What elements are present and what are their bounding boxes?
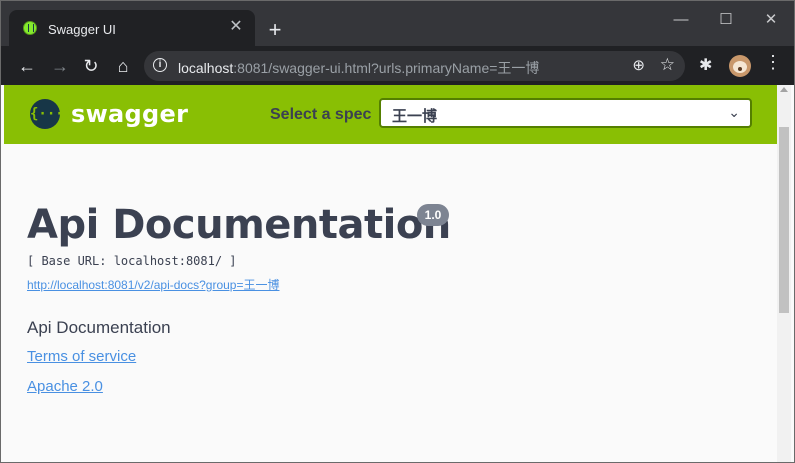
main-content — [4, 144, 777, 463]
swagger-topbar: {···} swagger Select a spec 王一博 ⌄ — [4, 85, 791, 144]
swagger-favicon-icon — [23, 21, 37, 35]
url-text[interactable]: localhost:8081/swagger-ui.html?urls.prim… — [178, 58, 539, 78]
browser-menu-icon[interactable]: ⋮ — [764, 52, 782, 73]
swagger-logo-icon[interactable]: {···} — [30, 99, 72, 129]
api-docs-link[interactable]: http://localhost:8081/v2/api-docs?group=… — [27, 276, 279, 293]
home-icon[interactable]: ⌂ — [111, 54, 135, 78]
select-spec-label: Select a spec — [270, 106, 372, 123]
url-host: localhost — [178, 60, 234, 76]
browser-toolbar: ← → ↻ ⌂ i localhost:8081/swagger-ui.html… — [0, 46, 795, 85]
page-scrollbar[interactable] — [777, 85, 791, 463]
url-path: :8081/swagger-ui.html?urls.primaryName=王… — [233, 60, 540, 76]
browser-tab-strip: Swagger UI ✕ + — ☐ ✕ — [0, 0, 795, 46]
tab-close-icon[interactable]: ✕ — [227, 18, 245, 36]
address-bar[interactable]: i localhost:8081/swagger-ui.html?urls.pr… — [144, 51, 685, 81]
zoom-icon[interactable]: ⊕ — [632, 56, 645, 74]
api-description: Api Documentation — [27, 318, 171, 337]
browser-tab[interactable]: Swagger UI ✕ — [9, 10, 255, 46]
base-url-text: [ Base URL: localhost:8081/ ] — [27, 254, 237, 268]
swagger-logo-text[interactable]: swagger — [71, 100, 188, 128]
spec-selected-value: 王一博 — [392, 108, 438, 125]
license-link[interactable]: Apache 2.0 — [27, 378, 103, 395]
chevron-down-icon: ⌄ — [728, 104, 740, 120]
version-badge: 1.0 — [417, 204, 449, 226]
extensions-puzzle-icon[interactable]: ✱ — [699, 55, 712, 75]
scroll-up-arrow-icon[interactable] — [780, 87, 788, 92]
page-title: Api Documentation — [27, 202, 451, 248]
back-arrow-icon[interactable]: ← — [15, 54, 39, 78]
forward-arrow-icon[interactable]: → — [48, 54, 72, 78]
scrollbar-thumb[interactable] — [779, 127, 789, 313]
spec-select-dropdown[interactable]: 王一博 ⌄ — [379, 98, 752, 128]
minimize-button[interactable]: — — [658, 6, 704, 34]
site-info-icon[interactable]: i — [153, 58, 167, 72]
profile-avatar[interactable] — [729, 55, 751, 77]
window-close-button[interactable]: ✕ — [748, 6, 794, 34]
maximize-button[interactable]: ☐ — [703, 6, 749, 34]
tab-title: Swagger UI — [48, 22, 116, 37]
bookmark-star-icon[interactable]: ☆ — [660, 55, 675, 75]
terms-of-service-link[interactable]: Terms of service — [27, 348, 136, 365]
reload-icon[interactable]: ↻ — [79, 54, 103, 78]
new-tab-button[interactable]: + — [264, 19, 286, 41]
